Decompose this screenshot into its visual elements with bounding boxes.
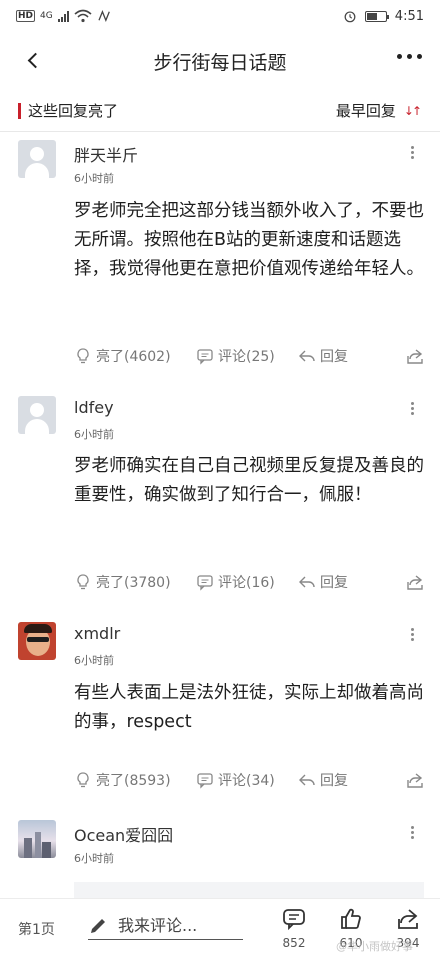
page-indicator[interactable]: 第1页 <box>18 919 55 939</box>
comment-input-wrapper[interactable] <box>88 912 243 940</box>
comment-menu-button[interactable] <box>407 626 418 643</box>
sort-button[interactable]: 最早回复 ↓ ↑ <box>336 100 422 121</box>
hd-icon: HD <box>16 10 36 22</box>
comment-count-button[interactable]: 评论(16) <box>196 572 298 592</box>
reply-label: 回复 <box>320 575 348 591</box>
light-count: 亮了(8593) <box>96 773 171 789</box>
light-count: 亮了(4602) <box>96 349 171 365</box>
comment-menu-button[interactable] <box>407 144 418 161</box>
back-arrow-icon <box>27 52 43 68</box>
light-button[interactable]: 亮了(3780) <box>74 572 196 592</box>
battery-icon <box>364 10 389 22</box>
comment-menu-button[interactable] <box>407 824 418 841</box>
avatar[interactable] <box>18 622 56 660</box>
sort-label: 最早回复 <box>335 102 396 120</box>
share-icon[interactable] <box>406 347 424 365</box>
wifi-icon <box>74 9 92 23</box>
nfc-icon <box>98 10 110 22</box>
light-count: 亮了(3780) <box>96 575 171 591</box>
nav-bar: 步行街每日话题 <box>0 32 440 90</box>
comment-text: 有些人表面上是法外狂徒，实际上却做着高尚的事，respect <box>74 683 424 732</box>
comment-count-button[interactable]: 评论(34) <box>196 770 298 790</box>
comment-time: 6小时前 <box>74 654 114 667</box>
username[interactable]: xmdlr <box>74 624 120 643</box>
section-title: 这些回复亮了 <box>28 102 119 120</box>
lightbulb-icon <box>77 772 89 788</box>
reply-arrow-icon <box>299 774 315 786</box>
share-icon <box>398 909 418 929</box>
thumbs-up-icon <box>341 908 361 929</box>
comment-bubble-icon <box>197 575 213 591</box>
reply-arrow-icon <box>299 350 315 362</box>
comment-count: 评论(16) <box>218 575 275 591</box>
username[interactable]: ldfey <box>74 398 114 417</box>
section-marker <box>18 102 21 119</box>
network-label: 4G <box>40 11 53 21</box>
comment-actions: 亮了(8593) 评论(34) 回复 <box>74 768 424 792</box>
username[interactable]: Ocean爱囧囧 <box>74 822 173 846</box>
comment-count-button[interactable]: 评论(25) <box>196 346 298 366</box>
comment-count: 评论(34) <box>218 773 275 789</box>
comment-time: 6小时前 <box>74 172 114 185</box>
clock: 4:51 <box>394 8 424 24</box>
comment-time: 6小时前 <box>74 428 114 441</box>
lightbulb-icon <box>77 348 89 364</box>
page-title: 步行街每日话题 <box>153 51 287 74</box>
comment-bubble-icon <box>197 773 213 789</box>
reply-label: 回复 <box>320 773 348 789</box>
reply-arrow-icon <box>299 576 315 588</box>
sort-arrows-icon: ↓ ↑ <box>403 103 422 118</box>
comment-actions: 亮了(3780) 评论(16) 回复 <box>74 570 424 594</box>
comment-count: 评论(25) <box>218 349 275 365</box>
comment-menu-button[interactable] <box>407 400 418 417</box>
watermark: @华小雨做好事 <box>336 940 413 953</box>
reply-button[interactable]: 回复 <box>298 346 398 366</box>
reply-button[interactable]: 回复 <box>298 572 398 592</box>
comments-button[interactable]: 852 <box>277 907 311 950</box>
light-button[interactable]: 亮了(4602) <box>74 346 196 366</box>
lightbulb-icon <box>77 574 89 590</box>
alarm-icon <box>344 11 356 23</box>
comment-bubble-icon <box>283 909 305 931</box>
avatar[interactable] <box>18 140 56 178</box>
comment-bubble-icon <box>197 349 213 365</box>
section-header: 这些回复亮了 最早回复 ↓ ↑ <box>0 90 440 132</box>
comment-text: 罗老师确实在自己自己视频里反复提及善良的重要性，确实做到了知行合一，佩服！ <box>74 456 424 505</box>
share-icon[interactable] <box>406 771 424 789</box>
reply-button[interactable]: 回复 <box>298 770 398 790</box>
pen-icon <box>91 919 105 933</box>
username[interactable]: 胖天半斤 <box>74 142 138 166</box>
comment-actions: 亮了(4602) 评论(25) 回复 <box>74 344 424 368</box>
comment-time: 6小时前 <box>74 852 114 865</box>
comments-total: 852 <box>282 936 306 950</box>
share-icon[interactable] <box>406 573 424 591</box>
comment-input[interactable] <box>118 916 238 935</box>
more-options-button[interactable] <box>393 50 426 63</box>
back-button[interactable] <box>18 45 48 75</box>
light-button[interactable]: 亮了(8593) <box>74 770 196 790</box>
comment-text: 罗老师完全把这部分钱当额外收入了，不要也无所谓。按照他在B站的更新速度和话题选择… <box>74 201 424 279</box>
signal-icon <box>57 10 69 22</box>
avatar[interactable] <box>18 396 56 434</box>
status-bar: HD 4G 4:51 <box>0 0 440 32</box>
avatar[interactable] <box>18 820 56 858</box>
reply-label: 回复 <box>320 349 348 365</box>
